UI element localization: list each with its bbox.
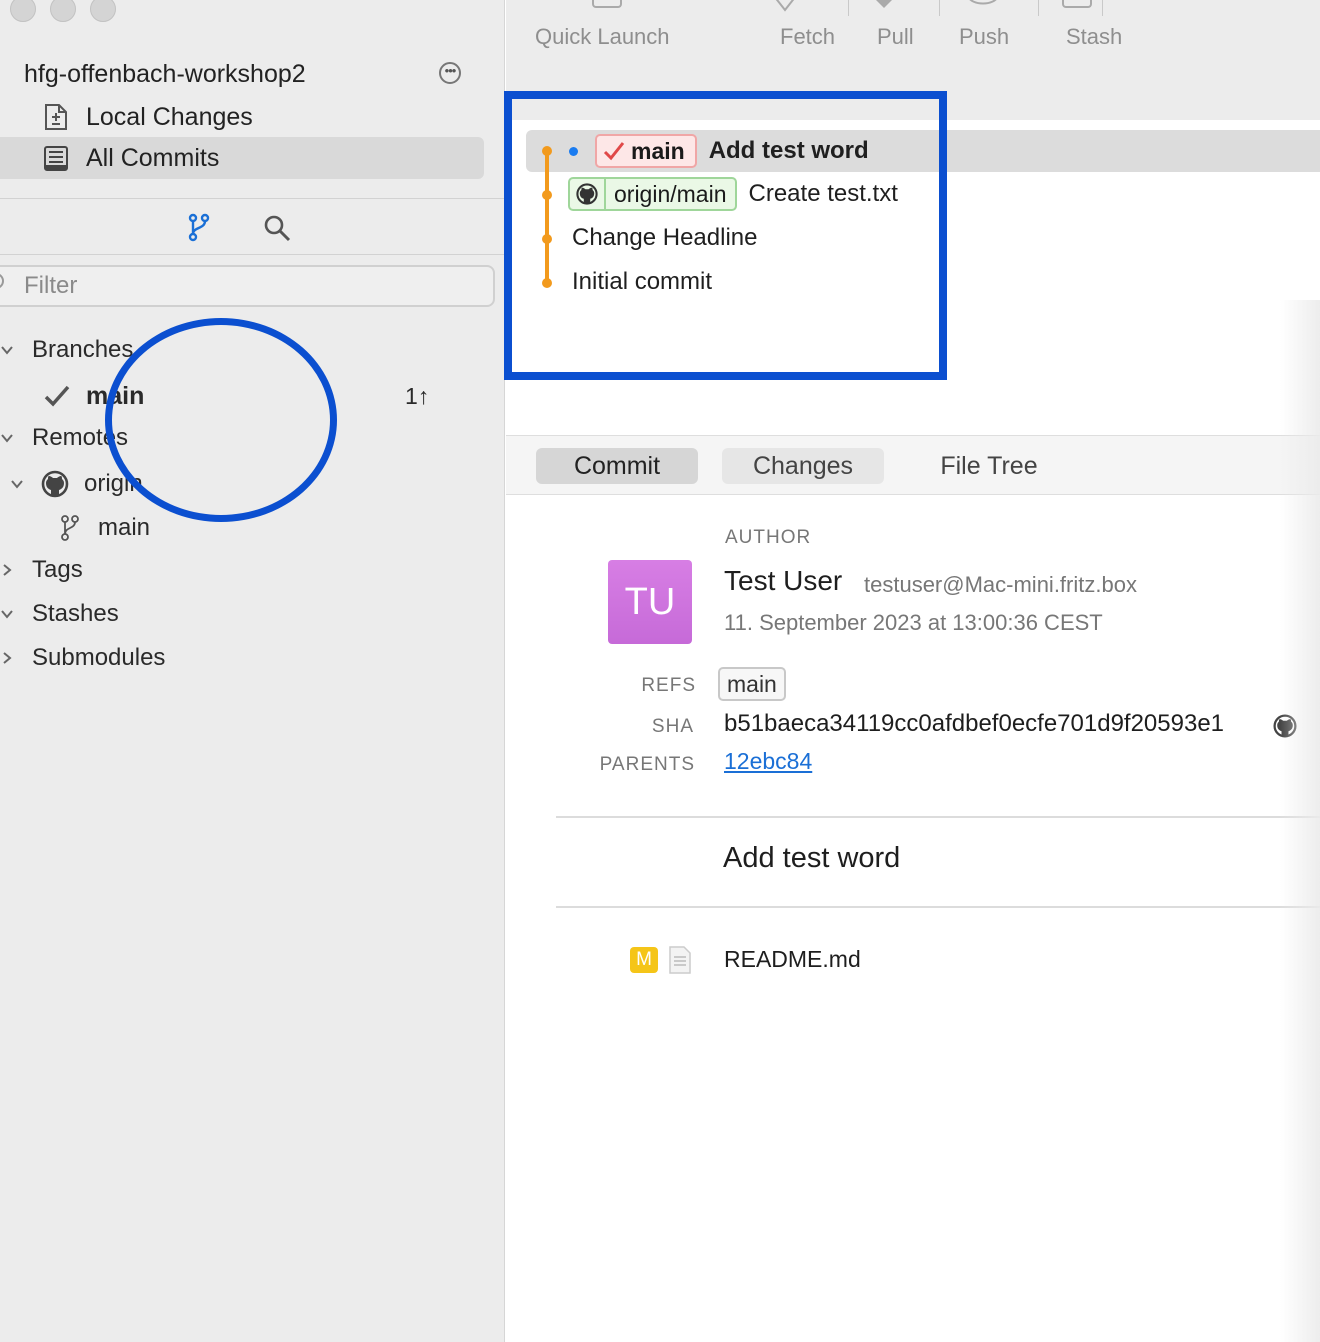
avatar: TU <box>608 560 692 644</box>
tree-origin-main-label: main <box>98 514 151 541</box>
filter-search-icon <box>0 273 4 289</box>
tree-tags-header[interactable]: Tags <box>0 552 83 588</box>
sidebar: hfg-offenbach-workshop2 ••• Local Change… <box>0 0 505 1342</box>
file-icon <box>669 946 691 974</box>
more-options-icon[interactable]: ••• <box>439 62 461 84</box>
fetch-icon <box>775 0 795 12</box>
file-list-item[interactable]: M README.md <box>506 940 1320 980</box>
parent-commit-link[interactable]: 12ebc84 <box>724 748 812 775</box>
toolbar-divider <box>1038 0 1039 16</box>
chevron-down-icon <box>1 346 13 355</box>
commit-message-title: Add test word <box>723 842 901 874</box>
checkmark-icon <box>44 385 70 407</box>
tree-submodules-header[interactable]: Submodules <box>0 640 165 676</box>
pull-button[interactable]: Pull <box>877 24 914 50</box>
all-commits-icon <box>44 146 68 171</box>
quick-launch-button[interactable]: Quick Launch <box>535 24 670 50</box>
fetch-button[interactable]: Fetch <box>780 24 835 50</box>
chevron-down-icon <box>1 610 13 619</box>
chevron-right-icon <box>3 652 12 664</box>
chevron-down-icon <box>1 434 13 443</box>
push-icon <box>969 0 997 5</box>
tree-tags-label: Tags <box>32 556 83 583</box>
tree-submodules-label: Submodules <box>32 644 166 671</box>
modified-badge: M <box>630 947 658 973</box>
search-icon[interactable] <box>262 213 292 243</box>
sha-value[interactable]: b51baeca34119cc0afdbef0ecfe701d9f20593e1 <box>724 710 1224 738</box>
toolbar-divider <box>848 0 849 16</box>
nav-local-changes-label: Local Changes <box>86 102 253 131</box>
details-divider <box>556 816 1320 818</box>
ahead-count-badge: 1↑ <box>405 382 430 409</box>
branches-view-icon[interactable] <box>184 212 214 242</box>
toolbar-divider <box>939 0 940 16</box>
author-label: AUTHOR <box>725 527 812 548</box>
tree-branches-label: Branches <box>32 336 134 363</box>
chevron-down-icon <box>11 480 23 489</box>
filter-input[interactable]: Filter <box>0 265 495 307</box>
sha-label: SHA <box>651 716 694 737</box>
tree-remote-branch-main[interactable]: main <box>0 510 150 546</box>
branch-icon <box>61 515 79 541</box>
nav-all-commits-label: All Commits <box>86 143 220 172</box>
file-name: README.md <box>724 946 861 972</box>
tab-commit[interactable]: Commit <box>536 448 698 484</box>
tab-file-tree[interactable]: File Tree <box>908 448 1070 484</box>
window-minimize-button[interactable] <box>50 0 76 22</box>
annotation-highlight-box <box>504 91 947 380</box>
stash-button[interactable]: Stash <box>1066 24 1122 50</box>
quick-launch-icon <box>592 0 622 8</box>
pull-icon <box>876 0 892 8</box>
tree-branches-header[interactable]: Branches <box>0 332 133 368</box>
annotation-circle <box>105 318 337 522</box>
parents-label: PARENTS <box>599 754 695 775</box>
commit-details: AUTHOR TU Test User testuser@Mac-mini.fr… <box>506 495 1320 1342</box>
refs-label: REFS <box>641 675 696 696</box>
tree-stashes-label: Stashes <box>32 600 119 627</box>
nav-all-commits[interactable]: All Commits <box>0 137 484 179</box>
author-name: Test User <box>724 565 843 596</box>
tab-changes[interactable]: Changes <box>722 448 884 484</box>
stash-icon <box>1062 0 1092 8</box>
detail-tabs: Commit Changes File Tree <box>506 435 1320 495</box>
window-zoom-button[interactable] <box>90 0 116 22</box>
filter-placeholder: Filter <box>24 272 78 299</box>
tree-stashes-header[interactable]: Stashes <box>0 596 119 632</box>
push-button[interactable]: Push <box>959 24 1009 50</box>
sidebar-divider-2 <box>0 254 504 255</box>
nav-local-changes[interactable]: Local Changes <box>0 96 484 138</box>
chevron-right-icon <box>3 564 12 576</box>
repository-title: hfg-offenbach-workshop2 <box>24 60 306 88</box>
details-divider <box>556 906 1320 908</box>
refs-badge[interactable]: main <box>718 667 786 701</box>
window-close-button[interactable] <box>10 0 36 22</box>
commit-date: 11. September 2023 at 13:00:36 CEST <box>724 610 1103 635</box>
window-edge-shadow <box>1280 300 1320 1342</box>
author-email: testuser@Mac-mini.fritz.box <box>864 572 1137 597</box>
local-changes-icon <box>45 104 67 130</box>
github-icon <box>41 470 69 498</box>
sidebar-divider <box>0 198 504 199</box>
toolbar-divider <box>1102 0 1103 16</box>
